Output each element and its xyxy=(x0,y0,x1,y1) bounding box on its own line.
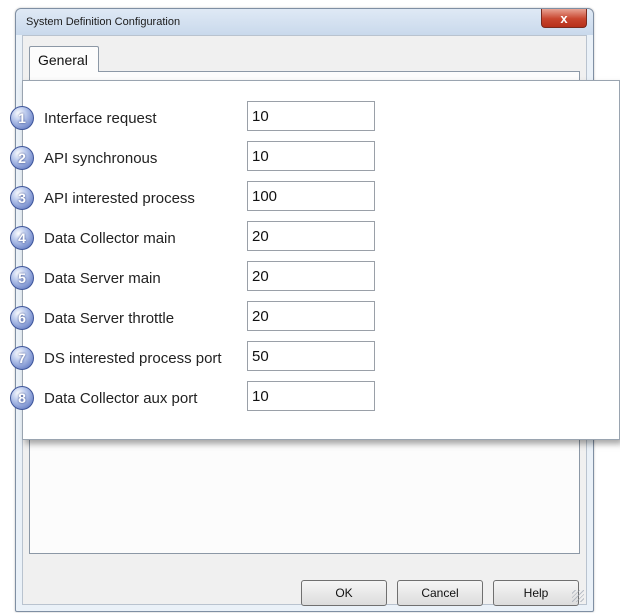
setting-label: Interface request xyxy=(44,110,157,127)
setting-label: Data Collector aux port xyxy=(44,390,198,407)
api-synchronous-input[interactable] xyxy=(247,141,375,171)
number-badge-icon: 5 xyxy=(10,266,34,290)
help-button[interactable]: Help xyxy=(493,580,579,606)
close-button[interactable]: x xyxy=(541,9,587,28)
number-badge-icon: 6 xyxy=(10,306,34,330)
data-collector-aux-port-input[interactable] xyxy=(247,381,375,411)
window-title: System Definition Configuration xyxy=(26,16,181,28)
setting-label: API interested process xyxy=(44,190,195,207)
number-badge-icon: 3 xyxy=(10,186,34,210)
data-server-main-input[interactable] xyxy=(247,261,375,291)
title-bar[interactable]: System Definition Configuration x xyxy=(16,9,593,35)
number-badge-icon: 1 xyxy=(10,106,34,130)
close-icon: x xyxy=(560,10,568,26)
data-server-throttle-input[interactable] xyxy=(247,301,375,331)
cancel-button[interactable]: Cancel xyxy=(397,580,483,606)
ds-interested-process-port-input[interactable] xyxy=(247,341,375,371)
api-interested-process-input[interactable] xyxy=(247,181,375,211)
resize-grip-icon[interactable] xyxy=(572,590,584,602)
number-badge-icon: 8 xyxy=(10,386,34,410)
data-collector-main-input[interactable] xyxy=(247,221,375,251)
interface-request-input[interactable] xyxy=(247,101,375,131)
number-badge-icon: 4 xyxy=(10,226,34,250)
setting-label: Data Server throttle xyxy=(44,310,175,327)
number-badge-icon: 2 xyxy=(10,146,34,170)
setting-label: Data Collector main xyxy=(44,230,176,247)
settings-panel: 1 Interface request 2 API synchronous 3 … xyxy=(10,80,620,440)
setting-label: Data Server main xyxy=(44,270,161,287)
number-badge-icon: 7 xyxy=(10,346,34,370)
tab-general[interactable]: General xyxy=(29,46,99,72)
setting-label: API synchronous xyxy=(44,150,158,167)
ok-button[interactable]: OK xyxy=(301,580,387,606)
setting-label: DS interested process port xyxy=(44,350,222,367)
